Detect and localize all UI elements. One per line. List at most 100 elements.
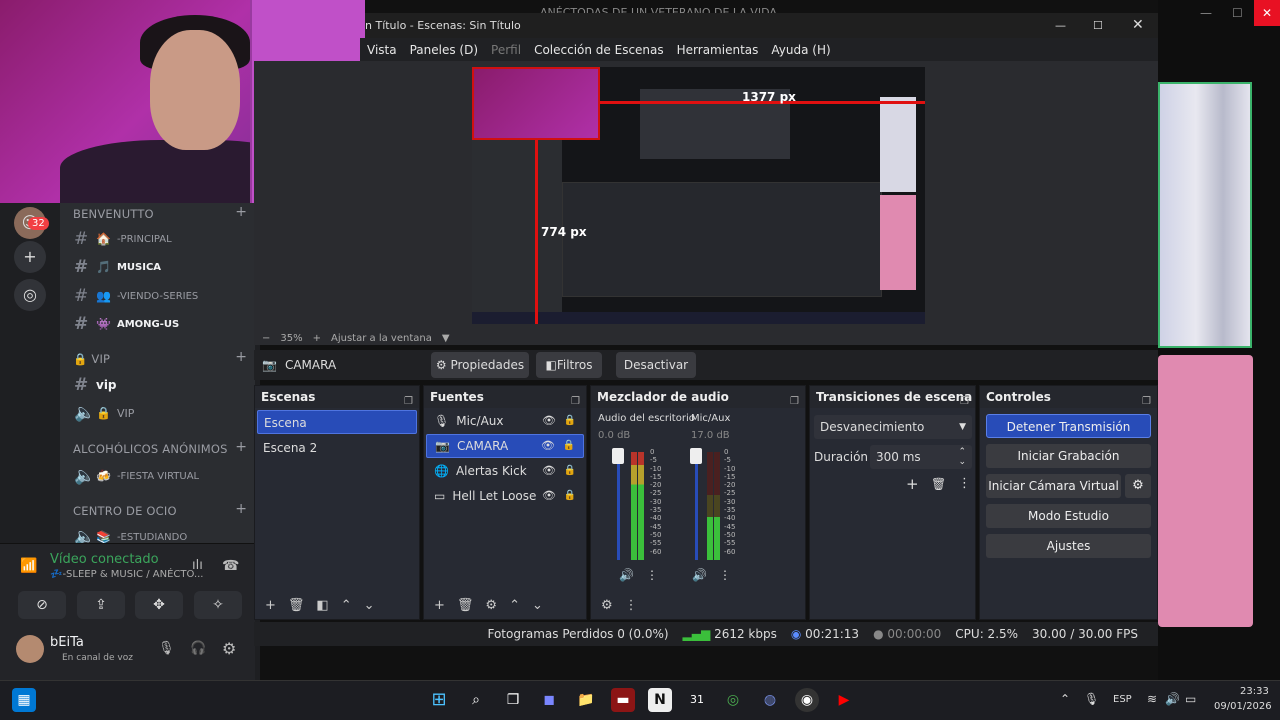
maximize-icon[interactable]: ☐ — [1232, 6, 1243, 20]
search-icon[interactable]: ⌕ — [464, 688, 488, 712]
visibility-icon[interactable]: 👁 — [541, 434, 555, 458]
mic-volume-slider[interactable] — [690, 448, 702, 464]
add-channel-icon[interactable]: + — [235, 439, 247, 455]
category-benvenutto[interactable]: BENVENUTTO — [73, 207, 154, 221]
settings-button[interactable]: Ajustes — [986, 534, 1151, 558]
lock-icon[interactable]: 🔒 — [564, 409, 576, 433]
menu-ayuda[interactable]: Ayuda (H) — [771, 43, 830, 57]
activities-button[interactable]: ✥ — [135, 591, 183, 619]
disconnect-icon[interactable]: ☎ — [222, 558, 239, 574]
add-channel-icon[interactable]: + — [235, 204, 247, 220]
widgets-icon[interactable]: ▦ — [12, 688, 36, 712]
avatar[interactable] — [16, 635, 44, 663]
source-item-hell-let-loose[interactable]: ▭ Hell Let Loose 👁 🔒 — [426, 484, 584, 508]
studio-mode-button[interactable]: Modo Estudio — [986, 504, 1151, 528]
obs-icon[interactable]: ◉ — [795, 688, 819, 712]
source-properties-icon[interactable]: ⚙ — [485, 598, 497, 613]
visibility-icon[interactable]: 👁 — [542, 459, 556, 483]
fit-window-select[interactable]: Ajustar a la ventana — [331, 333, 432, 344]
menu-paneles[interactable]: Paneles (D) — [410, 43, 478, 57]
voice-channel-name[interactable]: 💤-SLEEP & MUSIC / ANÉCTO... — [50, 569, 204, 580]
add-transition-icon[interactable]: + — [906, 475, 919, 493]
category-alcoholicos[interactable]: ALCOHÓLICOS ANÓNIMOS — [73, 442, 228, 456]
notion-icon[interactable]: N — [648, 688, 672, 712]
move-up-icon[interactable]: ⌃ — [341, 598, 352, 613]
chevron-up-icon[interactable]: ⌃ — [1060, 692, 1070, 706]
menu-vista[interactable]: Vista — [367, 43, 397, 57]
close-icon[interactable]: ✕ — [1254, 0, 1280, 26]
battery-icon[interactable]: ▭ — [1185, 692, 1196, 706]
add-channel-icon[interactable]: + — [235, 349, 247, 365]
undock-icon[interactable]: ❐ — [960, 391, 969, 413]
source-item-alertas[interactable]: 🌐 Alertas Kick 👁 🔒 — [426, 459, 584, 483]
chrome-icon[interactable]: ◎ — [721, 688, 745, 712]
filters-button[interactable]: ◧Filtros — [536, 352, 602, 378]
wifi-icon[interactable]: ≋ — [1147, 692, 1157, 706]
add-server-icon[interactable]: + — [14, 241, 46, 273]
voice-channel-vip[interactable]: 🔈 🔒 VIP — [74, 403, 134, 423]
meet-icon[interactable]: ◼ — [537, 688, 561, 712]
remove-scene-icon[interactable]: 🗑 — [288, 598, 305, 613]
mixer-menu-icon[interactable]: ⋮ — [625, 598, 638, 613]
desktop-mute-icon[interactable]: 🔊 — [619, 568, 634, 582]
maximize-icon[interactable]: ☐ — [1093, 13, 1103, 38]
start-recording-button[interactable]: Iniciar Grabación — [986, 444, 1151, 468]
soundboard-button[interactable]: ✧ — [194, 591, 242, 619]
remove-transition-icon[interactable]: 🗑 — [931, 477, 946, 491]
desktop-menu-icon[interactable]: ⋮ — [646, 568, 658, 582]
scene-item-escena-2[interactable]: Escena 2 — [257, 436, 417, 460]
scene-item-escena[interactable]: Escena — [257, 410, 417, 434]
mic-menu-icon[interactable]: ⋮ — [719, 568, 731, 582]
transition-menu-icon[interactable]: ⋮ — [958, 476, 971, 491]
channel-vip[interactable]: # vip — [74, 375, 117, 395]
menu-herramientas[interactable]: Herramientas — [677, 43, 759, 57]
minimize-icon[interactable]: — — [1055, 13, 1066, 38]
file-explorer-icon[interactable]: 📁 — [574, 688, 598, 712]
desktop-volume-track[interactable] — [617, 450, 620, 560]
undock-icon[interactable]: ❐ — [404, 391, 413, 413]
move-up-icon[interactable]: ⌃ — [509, 598, 520, 613]
deactivate-button[interactable]: Desactivar — [616, 352, 696, 378]
headphones-icon[interactable]: 🎧 — [190, 641, 206, 656]
discord-icon[interactable]: ◍ — [758, 688, 782, 712]
desktop-volume-slider[interactable] — [612, 448, 624, 464]
username[interactable]: bEiTa — [50, 635, 84, 650]
channel-principal[interactable]: # 🏠 -PRINCIPAL — [74, 229, 172, 249]
zoom-out-button[interactable]: − — [262, 333, 270, 344]
voice-channel-fiesta[interactable]: 🔈 🍻 -FIESTA VIRTUAL — [74, 466, 199, 486]
advanced-audio-icon[interactable]: ⚙ — [601, 598, 613, 613]
settings-icon[interactable]: ⚙ — [222, 639, 236, 658]
stop-stream-button[interactable]: Detener Transmisión — [986, 414, 1151, 438]
transition-select[interactable]: Desvanecimiento ▼ — [814, 415, 972, 439]
clock-date[interactable]: 09/01/2026 — [1214, 701, 1272, 712]
start-icon[interactable]: ⊞ — [427, 688, 451, 712]
visibility-icon[interactable]: 👁 — [542, 409, 556, 433]
menu-coleccion-escenas[interactable]: Colección de Escenas — [534, 43, 664, 57]
youtube-icon[interactable]: ▶ — [832, 688, 856, 712]
mic-mute-icon[interactable]: 🔊 — [692, 568, 707, 582]
microphone-icon[interactable]: 🎙 — [158, 641, 175, 656]
mic-volume-track[interactable] — [695, 450, 698, 560]
category-vip[interactable]: 🔒 VIP — [73, 352, 110, 366]
add-channel-icon[interactable]: + — [235, 501, 247, 517]
lock-icon[interactable]: 🔒 — [564, 484, 576, 508]
start-virtual-camera-button[interactable]: Iniciar Cámara Virtual — [986, 474, 1121, 498]
move-down-icon[interactable]: ⌄ — [532, 598, 543, 613]
add-scene-icon[interactable]: + — [265, 598, 276, 613]
category-centro-ocio[interactable]: CENTRO DE OCIO — [73, 504, 177, 518]
microphone-icon[interactable]: 🎙 — [1084, 692, 1099, 706]
source-item-mic[interactable]: 🎙 Mic/Aux 👁 🔒 — [426, 409, 584, 433]
selected-source-camera[interactable] — [472, 67, 600, 140]
lock-icon[interactable]: 🔒 — [564, 459, 576, 483]
chevron-down-icon[interactable]: ▼ — [442, 333, 450, 344]
add-source-icon[interactable]: + — [434, 598, 445, 613]
calendar-icon[interactable]: 31 — [685, 688, 709, 712]
remove-source-icon[interactable]: 🗑 — [457, 598, 474, 613]
screen-share-button[interactable]: ⇪ — [77, 591, 125, 619]
channel-among-us[interactable]: # 👾 AMONG-US — [74, 314, 179, 334]
channel-musica[interactable]: # 🎵 MUSICA — [74, 257, 161, 277]
lock-icon[interactable]: 🔒 — [563, 434, 575, 458]
channel-viendo-series[interactable]: # 👥 -VIENDO-SERIES — [74, 286, 198, 306]
duration-spinbox[interactable]: 300 ms ⌃ ⌄ — [870, 445, 972, 469]
minimize-icon[interactable]: — — [1200, 6, 1212, 20]
